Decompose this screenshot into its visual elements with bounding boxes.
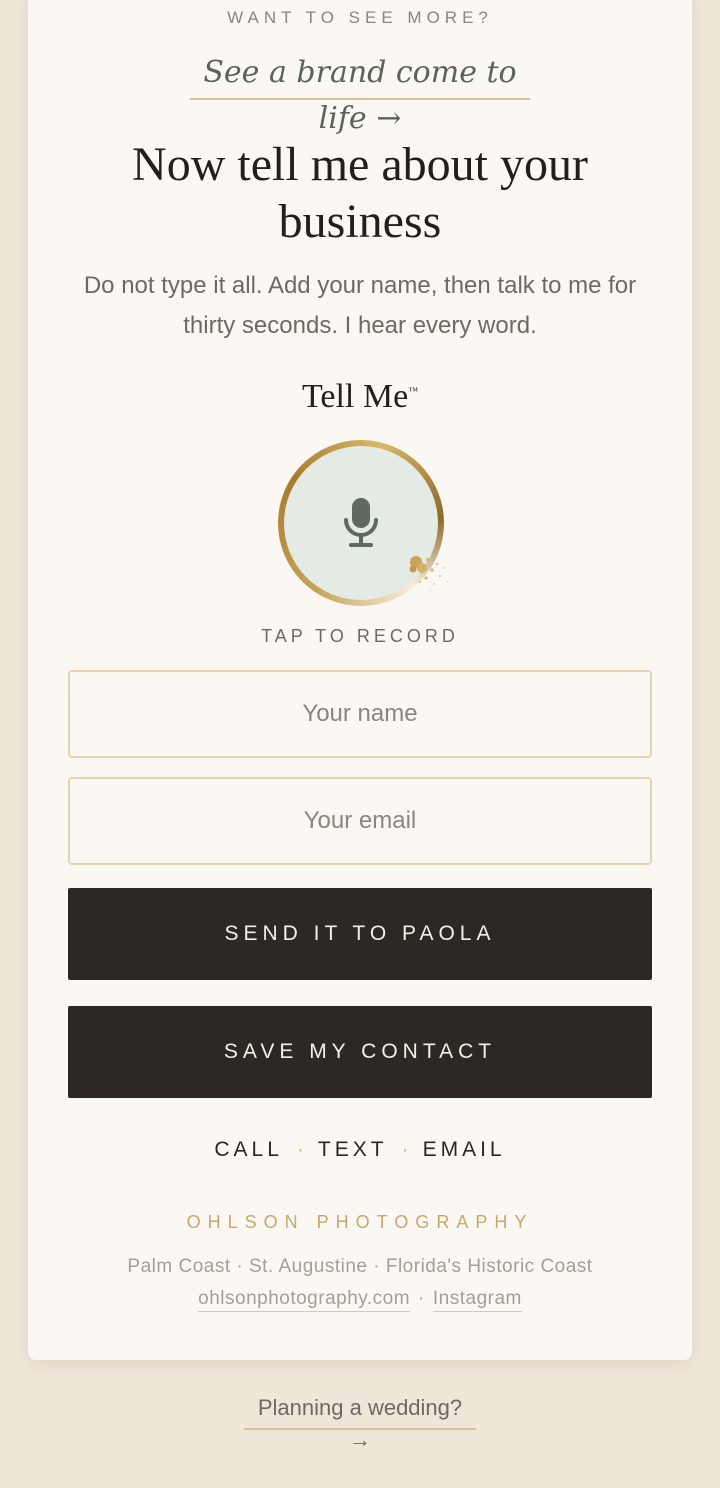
- title-line-2: business: [278, 195, 442, 248]
- recorder-label: Tell Me: [301, 378, 409, 415]
- brand-story-link[interactable]: See a brand come to life →: [190, 50, 530, 136]
- contact-separator: ·: [296, 1138, 304, 1161]
- page-subtitle: Do not type it all. Add your name, then …: [70, 266, 650, 346]
- save-contact-button[interactable]: SAVE MY CONTACT: [68, 1006, 652, 1098]
- send-button[interactable]: SEND IT TO PAOLA: [68, 888, 652, 980]
- footer-links: ohlsonphotography.com · Instagram: [0, 1288, 720, 1312]
- gold-sparkle-icon: [409, 556, 449, 591]
- contact-separator: ·: [401, 1138, 409, 1161]
- website-link[interactable]: ohlsonphotography.com: [198, 1288, 411, 1312]
- subtitle-line-1: Do not type it all. Add your name, then …: [83, 272, 637, 299]
- microphone-icon: [344, 498, 378, 547]
- footer-separator: ·: [418, 1288, 425, 1309]
- wedding-link[interactable]: Planning a wedding? →: [244, 1392, 476, 1452]
- tap-to-record-label: TAP TO RECORD: [261, 626, 459, 646]
- title-line-1: Now tell me about your: [132, 138, 588, 191]
- recorder-title: Tell Me™: [0, 378, 720, 416]
- instagram-link[interactable]: Instagram: [432, 1288, 522, 1312]
- subtitle-line-2: thirty seconds. I hear every word.: [183, 312, 537, 339]
- call-link[interactable]: CALL: [214, 1138, 283, 1161]
- service-locations: Palm Coast · St. Augustine · Florida's H…: [127, 1256, 593, 1277]
- name-input[interactable]: [68, 670, 652, 758]
- email-input[interactable]: [68, 777, 652, 865]
- eyebrow-text: WANT TO SEE MORE?: [227, 8, 493, 27]
- text-link[interactable]: TEXT: [318, 1138, 388, 1161]
- studio-name: OHLSON PHOTOGRAPHY: [186, 1212, 534, 1232]
- trademark-mark: ™: [408, 386, 418, 397]
- page-title: Now tell me about your business: [0, 136, 720, 250]
- email-link[interactable]: EMAIL: [423, 1138, 506, 1161]
- contact-links: CALL · TEXT · EMAIL: [0, 1138, 720, 1162]
